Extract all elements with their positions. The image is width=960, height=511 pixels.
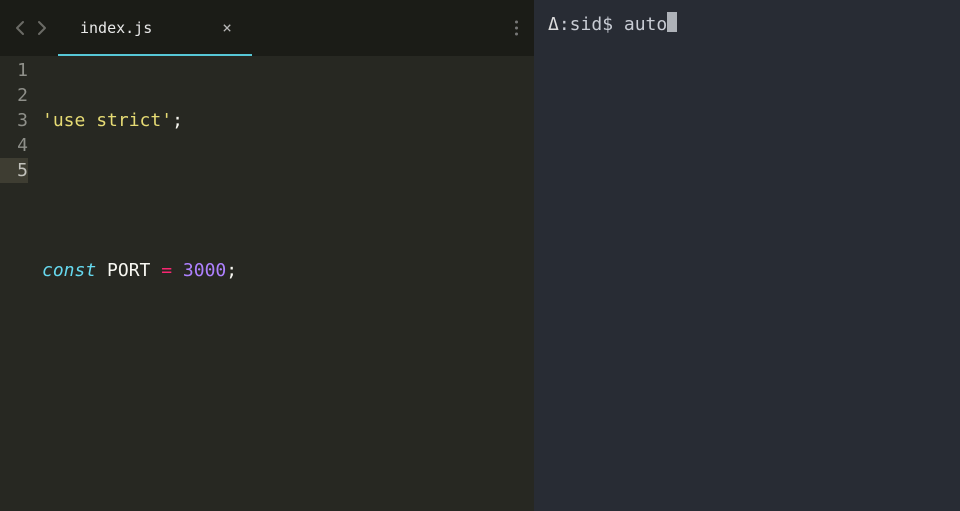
line-number: 3 <box>0 108 28 133</box>
terminal-prompt-symbol: Δ <box>548 14 559 35</box>
line-number-gutter: 1 2 3 4 5 <box>0 58 42 511</box>
chevron-left-icon <box>14 19 26 37</box>
nav-forward-button[interactable] <box>36 19 48 37</box>
code-line <box>42 333 534 358</box>
code-line <box>42 183 534 208</box>
code-line <box>42 408 534 433</box>
line-number: 1 <box>0 58 28 83</box>
nav-arrows <box>0 19 48 37</box>
line-number: 2 <box>0 83 28 108</box>
line-number: 5 <box>0 158 28 183</box>
code-line: const PORT = 3000; <box>42 258 534 283</box>
code-editor[interactable]: 1 2 3 4 5 'use strict'; const PORT = 300… <box>0 56 534 511</box>
app-root: index.js × 1 2 3 4 5 'use strict'; co <box>0 0 960 511</box>
tab-active-indicator <box>58 54 252 56</box>
tab-filename: index.js <box>80 19 152 37</box>
dots-vertical-icon <box>515 21 518 24</box>
chevron-right-icon <box>36 19 48 37</box>
tab-bar: index.js × <box>0 0 534 56</box>
code-line: 'use strict'; <box>42 108 534 133</box>
terminal-pane[interactable]: Δ:sid$ auto <box>534 0 960 511</box>
terminal-cursor <box>667 12 677 32</box>
editor-pane: index.js × 1 2 3 4 5 'use strict'; co <box>0 0 534 511</box>
line-number: 4 <box>0 133 28 158</box>
terminal-input-text: auto <box>624 14 667 35</box>
terminal-prompt-path: :sid$ <box>559 14 613 35</box>
nav-back-button[interactable] <box>14 19 26 37</box>
tab-close-button[interactable]: × <box>222 20 232 36</box>
code-content[interactable]: 'use strict'; const PORT = 3000; <box>42 58 534 511</box>
tab-overflow-button[interactable] <box>509 15 524 42</box>
file-tab[interactable]: index.js × <box>58 0 252 56</box>
